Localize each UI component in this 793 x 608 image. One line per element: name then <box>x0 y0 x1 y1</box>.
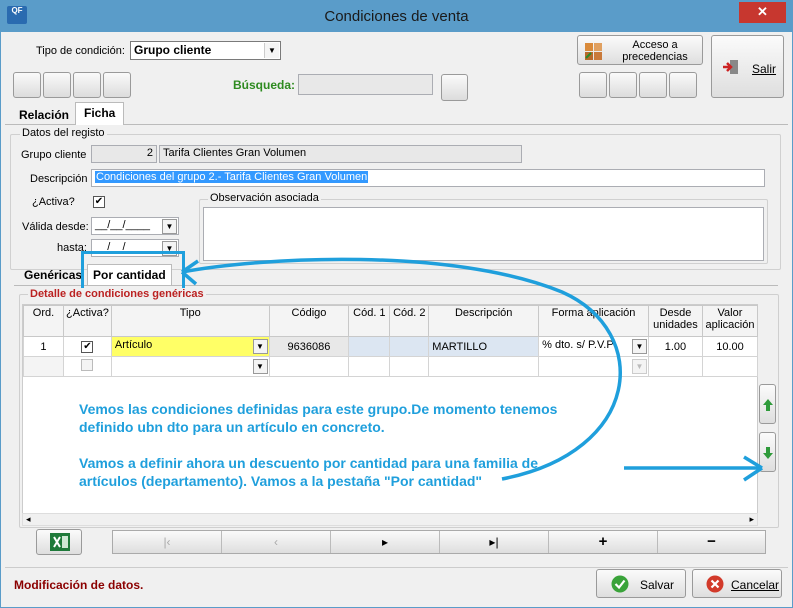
excel-export-button[interactable] <box>36 529 82 555</box>
main-window: QF Condiciones de venta ✕ Tipo de condic… <box>0 0 793 608</box>
curved-arrow-icon <box>181 257 622 481</box>
nav-first-button[interactable]: |‹ <box>113 531 222 553</box>
footer-divider <box>5 567 788 568</box>
record-navigator: |‹ ‹ ▸ ▸| + − <box>112 530 766 554</box>
title-bar: QF Condiciones de venta ✕ <box>1 1 792 32</box>
check-icon <box>611 575 629 596</box>
cancelar-button[interactable]: Cancelar <box>692 569 782 598</box>
window-title: Condiciones de venta <box>324 8 469 25</box>
nav-next-button[interactable]: ▸ <box>331 531 440 553</box>
window-body: Tipo de condición: Grupo cliente ▼ Acces… <box>2 32 791 607</box>
cancelar-label: Cancelar <box>731 578 780 592</box>
excel-icon <box>50 533 70 554</box>
salvar-button[interactable]: Salvar <box>596 569 686 598</box>
status-text: Modificación de datos. <box>14 578 144 592</box>
nav-prev-button[interactable]: ‹ <box>222 531 331 553</box>
cancel-icon <box>706 575 724 596</box>
arrowhead-left-icon <box>180 259 199 286</box>
salvar-label: Salvar <box>640 578 675 592</box>
close-button[interactable]: ✕ <box>739 2 786 23</box>
nav-remove-button[interactable]: − <box>658 531 765 553</box>
nav-last-button[interactable]: ▸| <box>440 531 549 553</box>
nav-add-button[interactable]: + <box>549 531 658 553</box>
annotation-arrows <box>180 257 763 482</box>
